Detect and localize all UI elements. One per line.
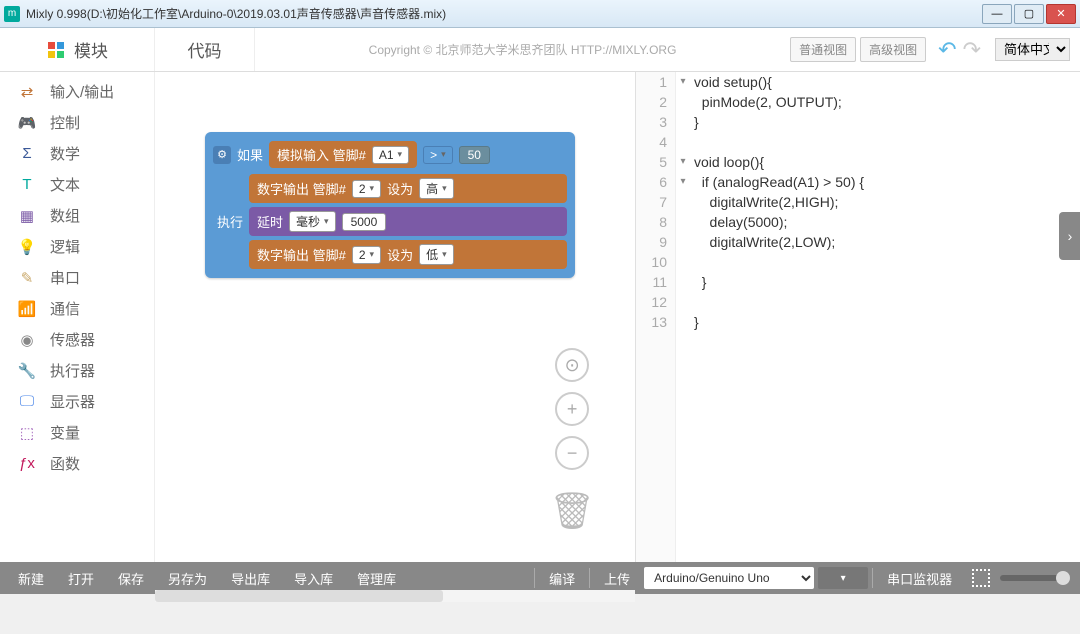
manage-button[interactable]: 管理库 [347,565,406,592]
dw2-pin-dropdown[interactable]: 2 [352,246,381,264]
zoom-slider[interactable] [1000,575,1070,581]
expand-panel-button[interactable]: › [1059,212,1080,260]
cat-display[interactable]: 🖵显示器 [0,386,154,417]
open-button[interactable]: 打开 [58,565,104,592]
zoom-in-button[interactable]: + [555,392,589,426]
delay-block[interactable]: 延时 毫秒 5000 [249,207,567,236]
delay-unit-dropdown[interactable]: 毫秒 [289,211,336,232]
main-area: ⇄输入/输出 🎮控制 Σ数学 T文本 ▦数组 💡逻辑 ✎串口 📶通信 ◉传感器 … [0,72,1080,562]
tab-code-label: 代码 [188,37,222,62]
tab-code[interactable]: 代码 [155,28,255,71]
tab-modules-label: 模块 [74,37,108,62]
actuator-icon: 🔧 [16,362,38,380]
logic-icon: 💡 [16,238,38,256]
language-select[interactable]: 简体中文 [995,38,1070,61]
analog-pin-dropdown[interactable]: A1 [372,146,409,164]
compare-value[interactable]: 50 [459,146,490,164]
compile-button[interactable]: 编译 [539,565,585,592]
cat-control[interactable]: 🎮控制 [0,107,154,138]
save-button[interactable]: 保存 [108,565,154,592]
text-icon: T [16,176,38,193]
top-toolbar: 模块 代码 Copyright © 北京师范大学米思齐团队 HTTP://MIX… [0,28,1080,72]
fold-column[interactable]: ▾▾▾ [676,72,690,562]
maximize-button[interactable]: ▢ [1014,4,1044,24]
gear-icon[interactable]: ⚙ [213,146,231,164]
center-button[interactable]: ⊙ [555,348,589,382]
board-select[interactable]: Arduino/Genuino Uno [644,567,814,589]
advanced-view-button[interactable]: 高级视图 [860,37,926,62]
cat-sensor[interactable]: ◉传感器 [0,324,154,355]
if-block[interactable]: ⚙ 如果 模拟输入 管脚# A1 > 50 执行 数字输出 管脚# 2 [205,132,575,278]
port-select[interactable]: ▾ [818,567,868,589]
window-titlebar: m Mixly 0.998(D:\初始化工作室\Arduino-0\2019.0… [0,0,1080,28]
serial-monitor-button[interactable]: 串口监视器 [877,565,962,592]
puzzle-icon [46,40,66,60]
zoom-out-button[interactable]: − [555,436,589,470]
exec-label: 执行 [217,212,243,231]
compare-op-dropdown[interactable]: > [423,146,453,164]
serial-icon: ✎ [16,269,38,287]
comm-icon: 📶 [16,300,38,318]
digital-write-high-block[interactable]: 数字输出 管脚# 2 设为 高 [249,174,567,203]
line-gutter: 12345678910111213 [636,72,676,562]
variable-icon: ⬚ [16,424,38,442]
workspace-scrollbar[interactable] [155,590,635,602]
code-panel: 12345678910111213 ▾▾▾ void setup(){ pinM… [635,72,1080,562]
copyright-text: Copyright © 北京师范大学米思齐团队 HTTP://MIXLY.ORG [255,41,790,58]
cat-actuator[interactable]: 🔧执行器 [0,355,154,386]
tab-modules[interactable]: 模块 [0,28,155,71]
delay-value[interactable]: 5000 [342,213,387,231]
math-icon: Σ [16,145,38,162]
block-program[interactable]: ⚙ 如果 模拟输入 管脚# A1 > 50 执行 数字输出 管脚# 2 [205,132,575,278]
import-button[interactable]: 导入库 [284,565,343,592]
cat-io[interactable]: ⇄输入/输出 [0,76,154,107]
dw2-value-dropdown[interactable]: 低 [419,244,454,265]
cat-variable[interactable]: ⬚变量 [0,417,154,448]
export-button[interactable]: 导出库 [221,565,280,592]
function-icon: ƒx [16,455,38,472]
saveas-button[interactable]: 另存为 [158,565,217,592]
undo-button[interactable]: ↶ [938,37,956,63]
cat-function[interactable]: ƒx函数 [0,448,154,479]
display-icon: 🖵 [16,393,38,410]
block-workspace[interactable]: ⚙ 如果 模拟输入 管脚# A1 > 50 执行 数字输出 管脚# 2 [155,72,635,562]
cat-text[interactable]: T文本 [0,169,154,200]
new-button[interactable]: 新建 [8,565,54,592]
analog-read-block[interactable]: 模拟输入 管脚# A1 [269,141,417,168]
minimize-button[interactable]: — [982,4,1012,24]
code-content[interactable]: void setup(){ pinMode(2, OUTPUT); } void… [690,72,1080,562]
array-icon: ▦ [16,207,38,225]
workspace-controls: ⊙ + − 🗑 [549,348,595,532]
chip-icon[interactable] [972,569,990,587]
cat-logic[interactable]: 💡逻辑 [0,231,154,262]
category-sidebar: ⇄输入/输出 🎮控制 Σ数学 T文本 ▦数组 💡逻辑 ✎串口 📶通信 ◉传感器 … [0,72,155,562]
close-button[interactable]: ✕ [1046,4,1076,24]
digital-write-low-block[interactable]: 数字输出 管脚# 2 设为 低 [249,240,567,269]
if-label: 如果 [237,145,263,164]
dw1-pin-dropdown[interactable]: 2 [352,180,381,198]
cat-array[interactable]: ▦数组 [0,200,154,231]
control-icon: 🎮 [16,114,38,132]
cat-math[interactable]: Σ数学 [0,138,154,169]
cat-comm[interactable]: 📶通信 [0,293,154,324]
dw1-value-dropdown[interactable]: 高 [419,178,454,199]
cat-serial[interactable]: ✎串口 [0,262,154,293]
upload-button[interactable]: 上传 [594,565,640,592]
redo-button[interactable]: ↷ [963,37,981,63]
window-title: Mixly 0.998(D:\初始化工作室\Arduino-0\2019.03.… [26,5,980,22]
trash-icon[interactable]: 🗑 [549,490,595,532]
app-icon: m [4,6,20,22]
sensor-icon: ◉ [16,331,38,349]
io-icon: ⇄ [16,83,38,101]
normal-view-button[interactable]: 普通视图 [790,37,856,62]
